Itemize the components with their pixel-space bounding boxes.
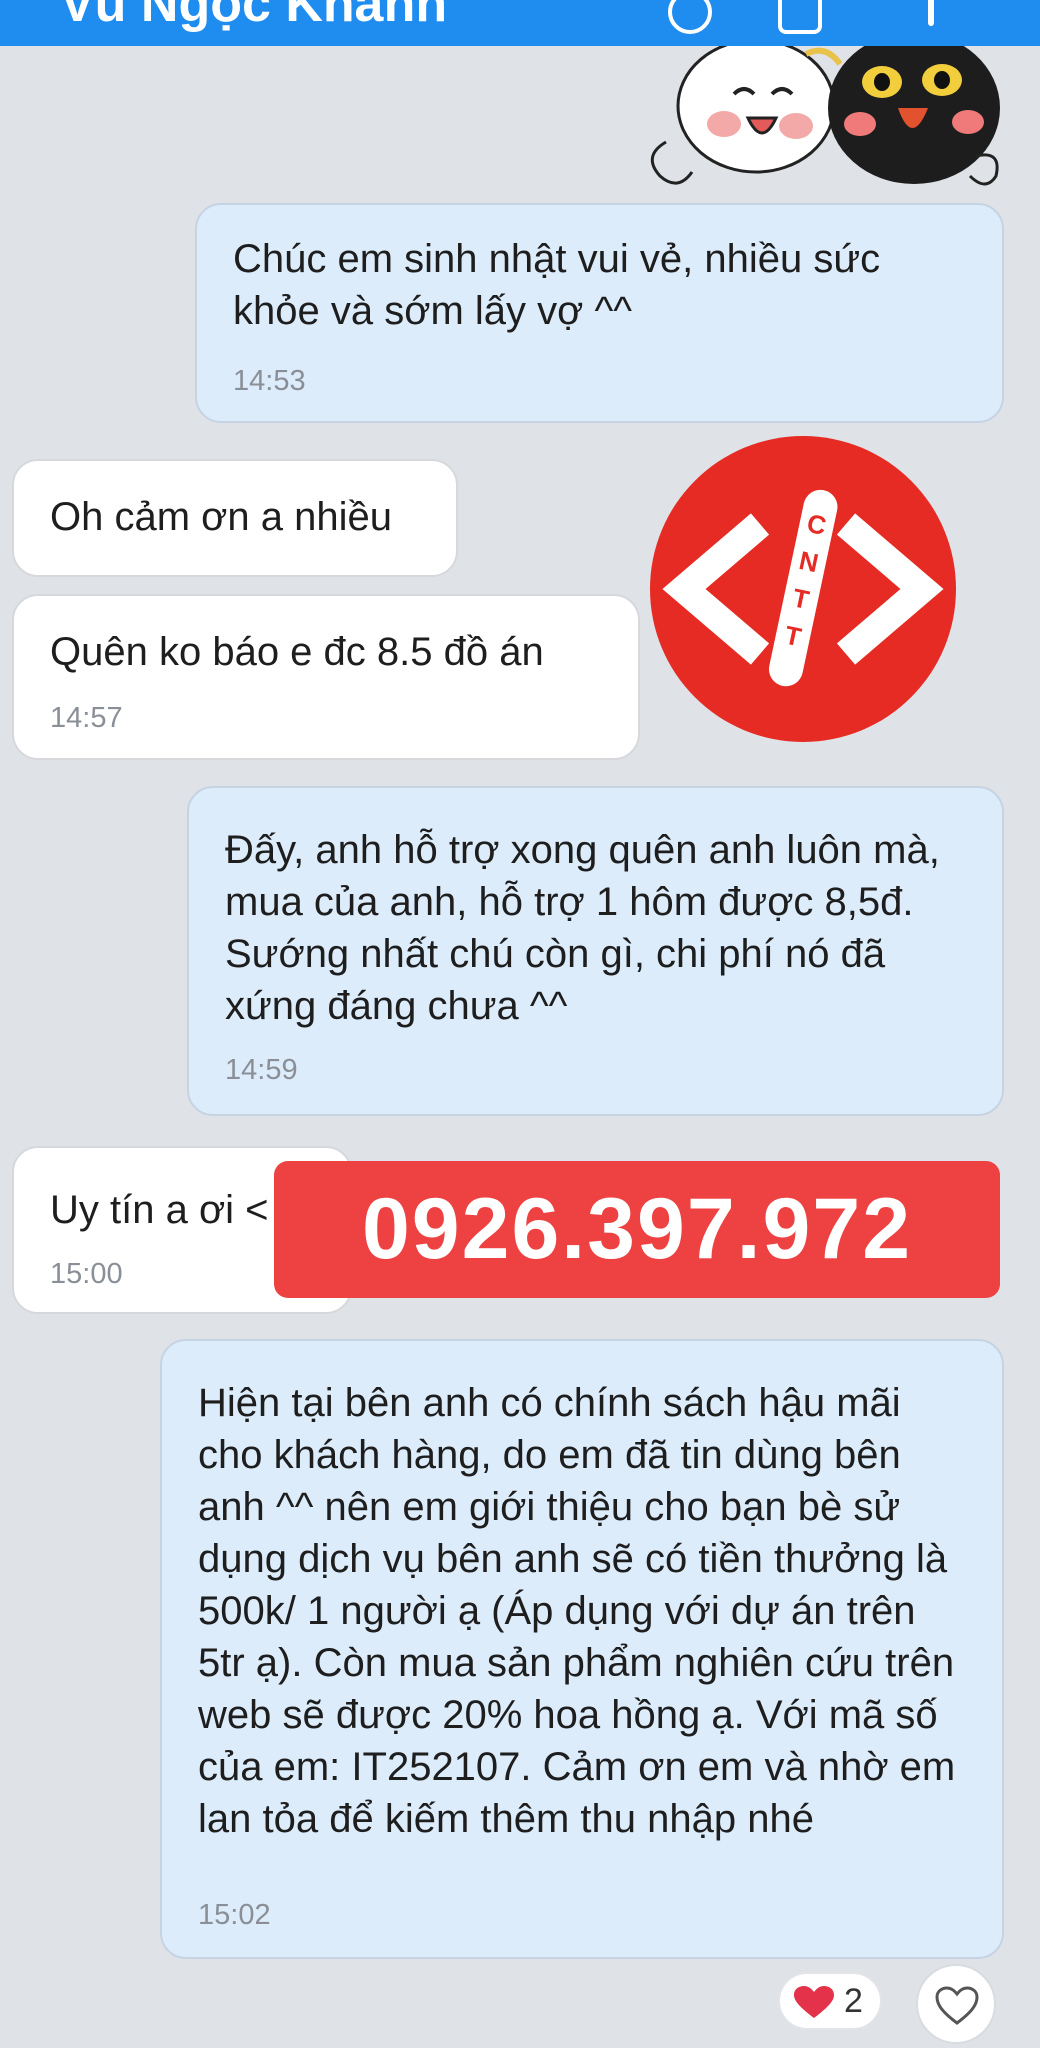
like-button[interactable] (916, 1964, 996, 2044)
chat-header: Vũ Ngọc Khánh (0, 0, 1040, 46)
message-bubble-outgoing[interactable]: Hiện tại bên anh có chính sách hậu mãi c… (160, 1339, 1004, 1959)
heart-icon (794, 1986, 834, 2018)
message-text: Oh cảm ơn a nhiều (50, 495, 392, 539)
cntt-logo-image: C N T T (650, 436, 956, 742)
cat-sticker-image[interactable] (636, 46, 1010, 192)
message-timestamp: 14:59 (225, 1054, 298, 1086)
message-timestamp: 14:53 (233, 365, 306, 397)
phone-number-banner: 0926.397.972 (274, 1161, 1000, 1298)
video-call-icon[interactable] (778, 0, 822, 34)
message-text: Đấy, anh hỗ trợ xong quên anh luôn mà, m… (225, 828, 940, 1028)
message-timestamp: 14:57 (50, 702, 123, 734)
message-bubble-outgoing[interactable]: Đấy, anh hỗ trợ xong quên anh luôn mà, m… (187, 786, 1004, 1116)
reaction-count: 2 (844, 1982, 863, 2020)
message-text: Chúc em sinh nhật vui vẻ, nhiều sức khỏe… (233, 237, 881, 333)
menu-icon[interactable] (928, 0, 934, 26)
message-bubble-incoming[interactable]: Oh cảm ơn a nhiều (12, 459, 458, 577)
message-text: Quên ko báo e đc 8.5 đồ án (50, 630, 544, 674)
message-bubble-incoming[interactable]: Quên ko báo e đc 8.5 đồ án 14:57 (12, 594, 640, 760)
message-bubble-outgoing[interactable]: Chúc em sinh nhật vui vẻ, nhiều sức khỏe… (195, 203, 1004, 423)
message-text: Uy tín a ơi < (50, 1188, 269, 1232)
contact-name[interactable]: Vũ Ngọc Khánh (60, 0, 447, 34)
call-icon[interactable] (668, 0, 712, 34)
message-timestamp: 15:02 (198, 1899, 271, 1931)
heart-outline-icon (935, 1986, 979, 2025)
reaction-badge[interactable]: 2 (778, 1972, 882, 2030)
message-timestamp: 15:00 (50, 1258, 123, 1290)
message-text: Hiện tại bên anh có chính sách hậu mãi c… (198, 1381, 956, 1841)
